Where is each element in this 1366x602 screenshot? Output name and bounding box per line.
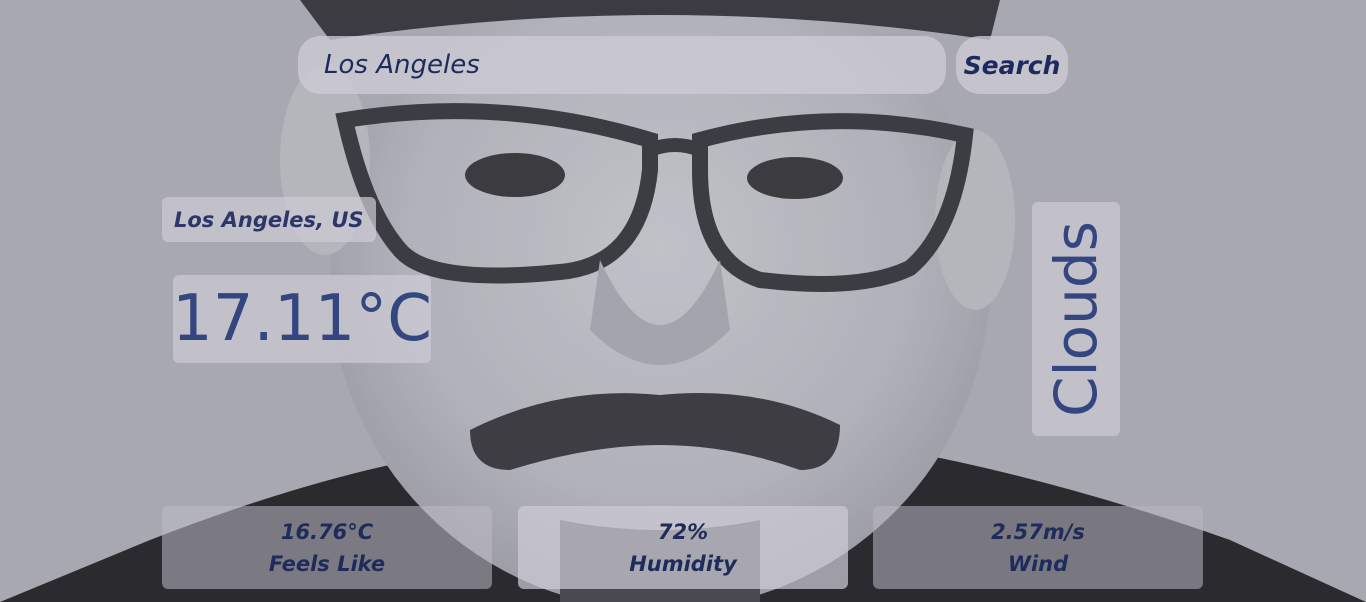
humidity-value: 72%: [657, 519, 709, 544]
temperature-display: 17.11°C: [172, 275, 432, 363]
wind-label: Wind: [1007, 551, 1069, 576]
wind-card: 2.57m/s Wind: [873, 506, 1203, 589]
weather-condition-panel: Clouds: [1032, 202, 1120, 436]
wind-value: 2.57m/s: [991, 519, 1085, 544]
location-label: Los Angeles, US: [162, 197, 376, 242]
feels-like-value: 16.76°C: [280, 519, 374, 544]
search-button[interactable]: Search: [956, 36, 1068, 94]
search-bar[interactable]: [298, 36, 946, 94]
humidity-card: 72% Humidity: [518, 506, 848, 589]
feels-like-card: 16.76°C Feels Like: [162, 506, 492, 589]
city-search-input[interactable]: [322, 49, 946, 81]
feels-like-label: Feels Like: [268, 551, 386, 576]
humidity-label: Humidity: [629, 551, 737, 576]
weather-condition-text: Clouds: [1042, 221, 1110, 417]
